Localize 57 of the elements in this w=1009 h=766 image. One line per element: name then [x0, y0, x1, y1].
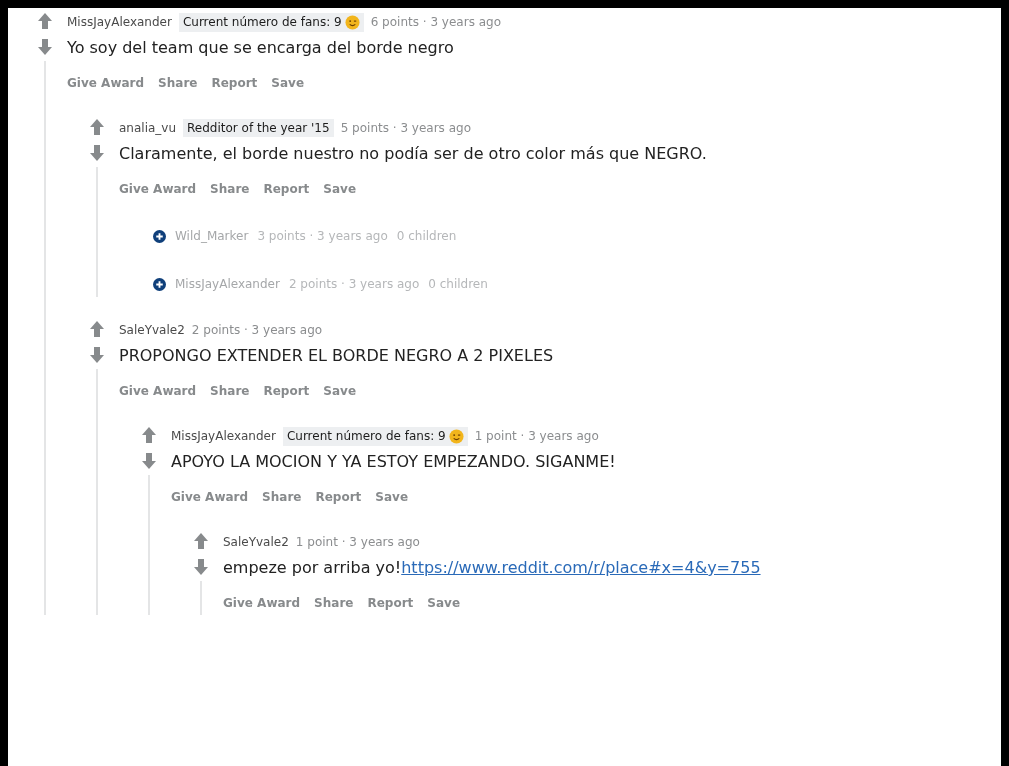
action-button[interactable]: Give Award — [113, 379, 203, 403]
action-button[interactable]: Report — [257, 177, 316, 201]
action-button[interactable]: Share — [256, 485, 308, 509]
comment-text: empeze por arriba yo!https://www.reddit.com/r/place#x=4&y=755 — [223, 557, 762, 579]
comment-meta: 2 points · 3 years ago — [288, 277, 420, 291]
downvote-icon[interactable] — [38, 39, 52, 55]
comment-meta: 2 points · 3 years ago — [191, 323, 323, 337]
expand-icon[interactable] — [153, 277, 166, 291]
username[interactable]: SaleYvale2 — [119, 323, 185, 337]
comment-meta: 1 point · 3 years ago — [474, 429, 599, 443]
downvote-icon[interactable] — [90, 145, 104, 161]
action-button[interactable]: Give Award — [61, 71, 151, 95]
comment-meta: 6 points · 3 years ago — [370, 15, 501, 29]
comment-text: PROPONGO EXTENDER EL BORDE NEGRO A 2 PIXELES — [119, 345, 555, 367]
expand-icon[interactable] — [153, 229, 166, 243]
upvote-icon[interactable] — [38, 13, 52, 29]
action-button[interactable]: Save — [317, 379, 362, 403]
upvote-icon[interactable] — [90, 119, 104, 135]
link[interactable]: https://www.reddit.com/r/place#x=4&y=755 — [401, 558, 761, 577]
action-button[interactable]: Report — [257, 379, 316, 403]
username[interactable]: Wild_Marker — [175, 229, 249, 243]
action-button[interactable]: Give Award — [113, 177, 203, 201]
comment-text: Claramente, el borde nuestro no podía ser de otro color más que NEGRO. — [119, 143, 708, 165]
downvote-icon[interactable] — [142, 453, 156, 469]
user-flair: Current número de fans: 9 — [282, 426, 468, 446]
action-button[interactable]: Give Award — [217, 591, 307, 615]
action-button[interactable]: Report — [361, 591, 420, 615]
username[interactable]: SaleYvale2 — [223, 535, 289, 549]
action-button[interactable]: Save — [421, 591, 466, 615]
action-button[interactable]: Report — [205, 71, 264, 95]
action-button[interactable]: Save — [317, 177, 362, 201]
username[interactable]: MissJayAlexander — [67, 15, 172, 29]
comment-text: APOYO LA MOCION Y YA ESTOY EMPEZANDO. SIGANME! — [171, 451, 617, 473]
action-button[interactable]: Share — [204, 177, 256, 201]
action-button[interactable]: Give Award — [165, 485, 255, 509]
downvote-icon[interactable] — [90, 347, 104, 363]
comment-meta: 5 points · 3 years ago — [340, 121, 471, 135]
comment-meta: 1 point · 3 years ago — [295, 535, 420, 549]
username[interactable]: MissJayAlexander — [171, 429, 276, 443]
upvote-icon[interactable] — [194, 533, 208, 549]
user-flair: Redditor of the year '15 — [183, 119, 334, 137]
action-button[interactable]: Share — [204, 379, 256, 403]
user-flair: Current número de fans: 9 — [178, 12, 364, 32]
username[interactable]: analia_vu — [119, 121, 177, 135]
upvote-icon[interactable] — [142, 427, 156, 443]
action-button[interactable]: Share — [308, 591, 360, 615]
action-button[interactable]: Save — [265, 71, 310, 95]
comment-text: Yo soy del team que se encarga del borde negro — [67, 37, 455, 59]
username[interactable]: MissJayAlexander — [175, 277, 280, 291]
action-button[interactable]: Report — [309, 485, 368, 509]
action-button[interactable]: Save — [369, 485, 414, 509]
comment-meta: 3 points · 3 years ago — [257, 229, 388, 243]
children-count: 0 children — [428, 277, 488, 291]
downvote-icon[interactable] — [194, 559, 208, 575]
upvote-icon[interactable] — [90, 321, 104, 337]
action-button[interactable]: Share — [152, 71, 204, 95]
children-count: 0 children — [396, 229, 457, 243]
